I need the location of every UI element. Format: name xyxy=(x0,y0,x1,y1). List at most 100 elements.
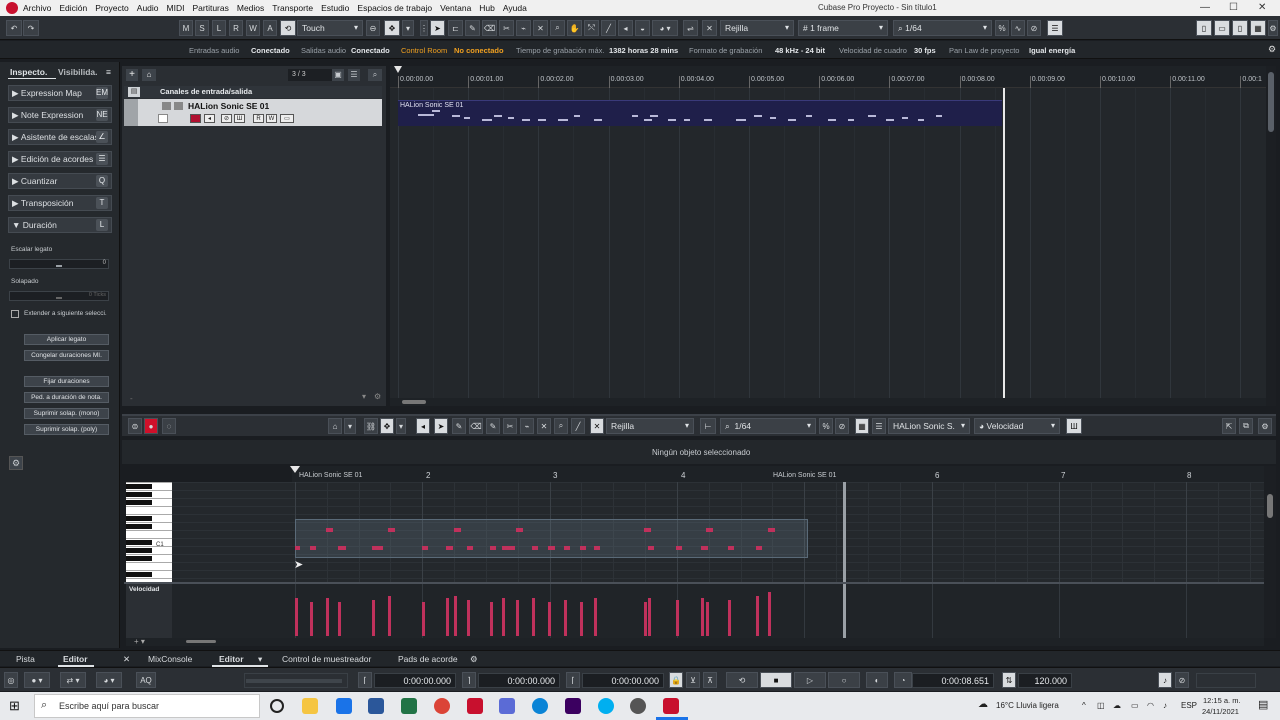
instrument-track-name[interactable]: HALion Sonic SE 01 xyxy=(188,101,269,111)
cycle-mode-dropdown[interactable]: ⇄ ▾ xyxy=(60,672,86,688)
velocity-bar[interactable] xyxy=(756,596,759,636)
chevron-down-icon[interactable]: ▾ xyxy=(396,418,406,434)
menu-espacios[interactable]: Espacios de trabajo xyxy=(357,3,432,13)
black-key[interactable] xyxy=(126,540,152,545)
file-explorer-icon[interactable] xyxy=(302,698,318,714)
editor-controller-lanes-icon[interactable]: Ш xyxy=(1066,418,1082,434)
track-checkbox[interactable] xyxy=(158,114,168,123)
h-scroll-handle[interactable] xyxy=(402,400,426,404)
fix-lengths-button[interactable]: Fijar duraciones xyxy=(24,376,109,387)
midi-note[interactable] xyxy=(516,528,523,532)
velocity-bar[interactable] xyxy=(564,600,567,636)
right-locator-display[interactable]: 0:00:00.000 xyxy=(478,673,560,688)
add-lane-icon[interactable]: + ▾ xyxy=(134,637,145,646)
windows-start-icon[interactable]: ⊞ xyxy=(9,699,23,713)
inspector-settings-gear-icon[interactable]: ⚙ xyxy=(9,456,23,470)
midi-note[interactable] xyxy=(338,546,346,550)
editor-solo-icon[interactable]: ⊜ xyxy=(128,418,142,434)
audio-inputs-value[interactable]: Conectado xyxy=(251,46,290,55)
left-zone-icon[interactable]: ▯ xyxy=(1196,20,1212,36)
velocity-lane[interactable] xyxy=(172,584,1266,638)
line-tool-icon[interactable]: ╱ xyxy=(601,20,616,36)
velocity-bar[interactable] xyxy=(490,602,493,636)
velocity-bar[interactable] xyxy=(454,596,457,636)
add-folder-icon[interactable]: ⌂ xyxy=(142,69,156,81)
section-note-expression[interactable]: ▶ Note Expression NE xyxy=(8,107,112,123)
menu-estudio[interactable]: Estudio xyxy=(321,3,349,13)
word-icon[interactable] xyxy=(368,698,384,714)
freeze-lengths-button[interactable]: Congelar duraciones MI. xyxy=(24,350,109,361)
midi-note[interactable] xyxy=(701,546,708,550)
editor-part-list-icon[interactable]: ▦ xyxy=(855,418,869,434)
velocity-bar[interactable] xyxy=(446,598,449,636)
velocity-bar[interactable] xyxy=(516,600,519,636)
glue-tool-icon[interactable]: ⌁ xyxy=(516,20,531,36)
project-cursor-marker-icon[interactable] xyxy=(394,66,402,73)
menu-transporte[interactable]: Transporte xyxy=(272,3,313,13)
status-settings-gear-icon[interactable]: ⚙ xyxy=(1268,44,1276,55)
v-scroll-thumb[interactable] xyxy=(1268,72,1274,132)
add-track-icon[interactable]: + xyxy=(126,69,138,81)
velocity-bar[interactable] xyxy=(768,592,771,636)
record-button[interactable]: ○ xyxy=(828,672,860,688)
menu-ayuda[interactable]: Ayuda xyxy=(503,3,527,13)
mute-tool-icon[interactable]: ✕ xyxy=(533,20,548,36)
snap-zero-icon[interactable]: ✕ xyxy=(702,20,717,36)
velocity-bar[interactable] xyxy=(580,602,583,636)
automation-button[interactable]: A xyxy=(263,20,277,36)
tab-sampler-control[interactable]: Control de muestreador xyxy=(282,654,371,664)
track-mute-icon[interactable] xyxy=(162,102,171,110)
task-view-icon[interactable] xyxy=(270,699,284,713)
track-list-menu-icon[interactable]: ☰ xyxy=(348,69,360,81)
tab-editor-left[interactable]: Editor xyxy=(63,654,88,664)
editor-audition-icon[interactable]: ◂ xyxy=(416,418,430,434)
taskbar-search-box[interactable]: ⌕ Escribe aquí para buscar xyxy=(34,694,260,718)
editor-erase-tool-icon[interactable]: ⌫ xyxy=(469,418,483,434)
marker-icon[interactable]: ♪ xyxy=(1158,672,1172,688)
midi-note[interactable] xyxy=(548,546,555,550)
midi-note[interactable] xyxy=(594,546,600,550)
project-ruler[interactable]: 0.00:00.00 0.00:01.00 0.00:02.00 0.00:03.00… xyxy=(390,66,1266,88)
midi-part[interactable]: HALion Sonic SE 01 xyxy=(398,100,1002,126)
chrome-icon[interactable] xyxy=(434,698,450,714)
midi-note[interactable] xyxy=(490,546,496,550)
editor-preset-icon[interactable]: ⌂ xyxy=(328,418,342,434)
left-locator-icon[interactable]: ⌈ xyxy=(358,672,372,688)
read-button[interactable]: R xyxy=(229,20,243,36)
editor-h-scroll-thumb[interactable] xyxy=(186,640,216,643)
time-format-icon[interactable]: ◔ xyxy=(894,672,912,688)
punch-point-display[interactable]: 0:00:00.000 xyxy=(582,673,664,688)
editor-select-tool-icon[interactable]: ➤ xyxy=(434,418,448,434)
taskbar-time[interactable]: 12:15 a. m. xyxy=(1203,696,1241,705)
metronome-icon[interactable]: ◐ xyxy=(866,672,888,688)
track-preset-icon[interactable]: ▣ xyxy=(332,69,344,81)
tab-chord-pads[interactable]: Pads de acorde xyxy=(398,654,458,664)
midi-note[interactable] xyxy=(454,528,461,532)
frame-rate-value[interactable]: 30 fps xyxy=(914,46,936,55)
black-key[interactable] xyxy=(126,556,152,561)
comp-tool-icon[interactable]: ⤲ xyxy=(584,20,599,36)
tab-pista[interactable]: Pista xyxy=(16,654,35,664)
midi-note[interactable] xyxy=(532,546,538,550)
audio-outputs-value[interactable]: Conectado xyxy=(351,46,390,55)
editor-mute-tool-icon[interactable]: ✕ xyxy=(537,418,551,434)
editor-open-window-icon[interactable]: ⇱ xyxy=(1222,418,1236,434)
overlap-slider[interactable]: 0 Ticks xyxy=(9,291,109,301)
editor-snap-icon[interactable]: ✕ xyxy=(590,418,604,434)
weather-text[interactable]: 16°C Lluvia ligera xyxy=(996,701,1059,710)
velocity-bar[interactable] xyxy=(338,602,341,636)
network-icon[interactable]: ▭ xyxy=(1131,701,1139,710)
menu-partituras[interactable]: Partituras xyxy=(192,3,228,13)
black-key[interactable] xyxy=(126,516,152,521)
editor-snap-type-dropdown[interactable]: Rejilla ▾ xyxy=(606,418,694,434)
editor-h-scrollbar[interactable]: + ▾ xyxy=(126,637,1264,646)
midi-note[interactable] xyxy=(648,546,654,550)
monitor-icon[interactable]: ◂ xyxy=(204,114,215,123)
close-lower-zone-icon[interactable]: ✕ xyxy=(123,654,130,665)
editor-layout-icon[interactable]: ☰ xyxy=(872,418,886,434)
midi-note[interactable] xyxy=(768,528,775,532)
taskbar-date[interactable]: 24/11/2021 xyxy=(1202,707,1239,716)
v-scrollbar[interactable] xyxy=(1266,66,1276,406)
record-mode-dropdown[interactable]: ● ▾ xyxy=(24,672,50,688)
undo-icon[interactable]: ↶ xyxy=(6,20,22,36)
